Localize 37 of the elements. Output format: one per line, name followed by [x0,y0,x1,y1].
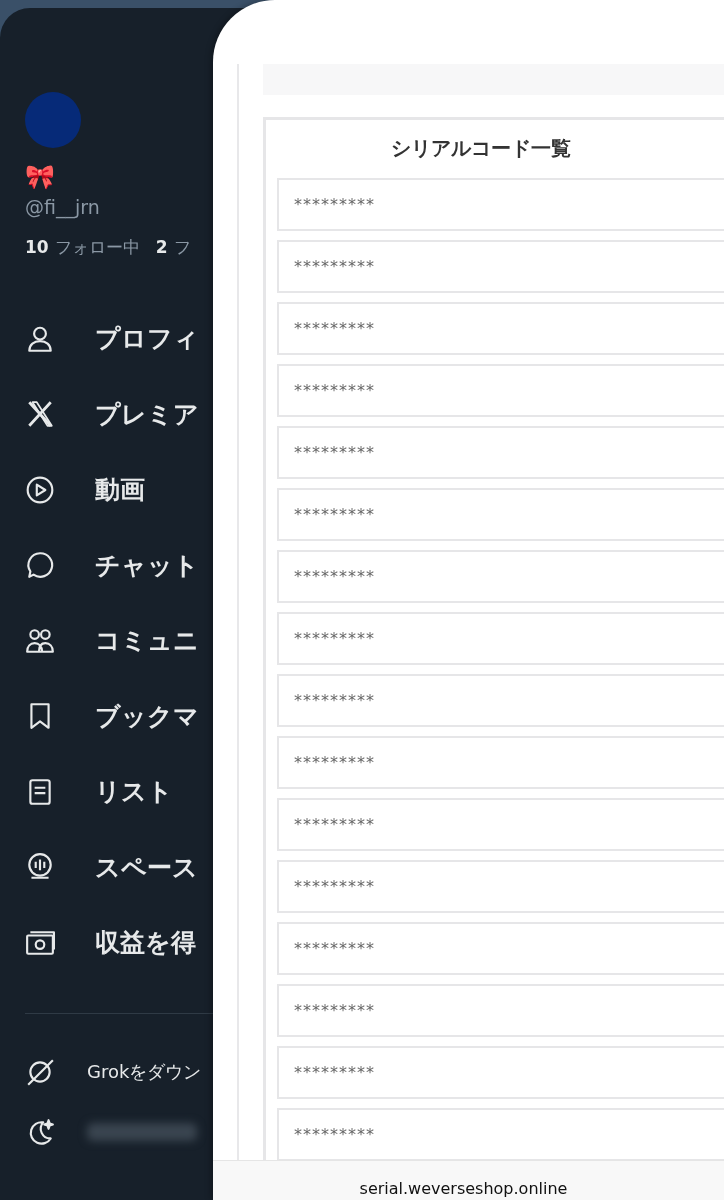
communities-menu-item[interactable]: コミュニ [25,603,199,679]
avatar[interactable] [25,92,81,148]
followers-count: 2 [155,237,168,257]
following-label[interactable]: フォロー中 [54,236,140,259]
lists-menu-item[interactable]: リスト [25,754,173,830]
premium-menu-item[interactable]: プレミア [25,376,199,452]
following-count: 10 [25,237,49,257]
code-field[interactable]: ********* [277,736,724,789]
bow-emoji: 🎀 [25,162,55,192]
video-menu-item[interactable]: 動画 [25,452,145,528]
profile-menu-item[interactable]: プロフィ [25,301,199,377]
url-text: serial.weverseshop.online [359,1179,569,1198]
spaces-menu-item[interactable]: スペース [25,829,198,905]
monetization-menu-item[interactable]: 収益を得 [25,905,196,981]
code-field[interactable]: ********* [277,612,724,665]
code-field[interactable]: ********* [277,550,724,603]
chat-menu-item[interactable]: チャット [25,527,199,603]
code-field[interactable]: ********* [277,922,724,975]
followers-label[interactable]: フ [173,236,191,259]
user-handle: @fi__jrn [25,196,100,218]
code-field[interactable]: ********* [277,364,724,417]
address-bar[interactable]: serial.weverseshop.online [213,1160,724,1200]
chat-icon [25,550,55,581]
code-field[interactable]: ********* [277,798,724,851]
code-field[interactable]: ********* [277,984,724,1037]
download-grok-link[interactable]: Grokをダウン [87,1059,202,1084]
code-field[interactable]: ********* [277,674,724,727]
code-field[interactable]: ********* [277,1046,724,1099]
code-field[interactable]: ********* [277,178,724,231]
bookmarks-menu-item[interactable]: ブックマ [25,678,199,754]
panel-title: シリアルコード一覧 [389,135,572,162]
code-field[interactable]: ********* [277,240,724,293]
code-field[interactable]: ********* [277,860,724,913]
code-field[interactable]: ********* [277,488,724,541]
code-field[interactable]: ********* [277,302,724,355]
video-icon [25,474,55,505]
code-field[interactable]: ********* [277,426,724,479]
